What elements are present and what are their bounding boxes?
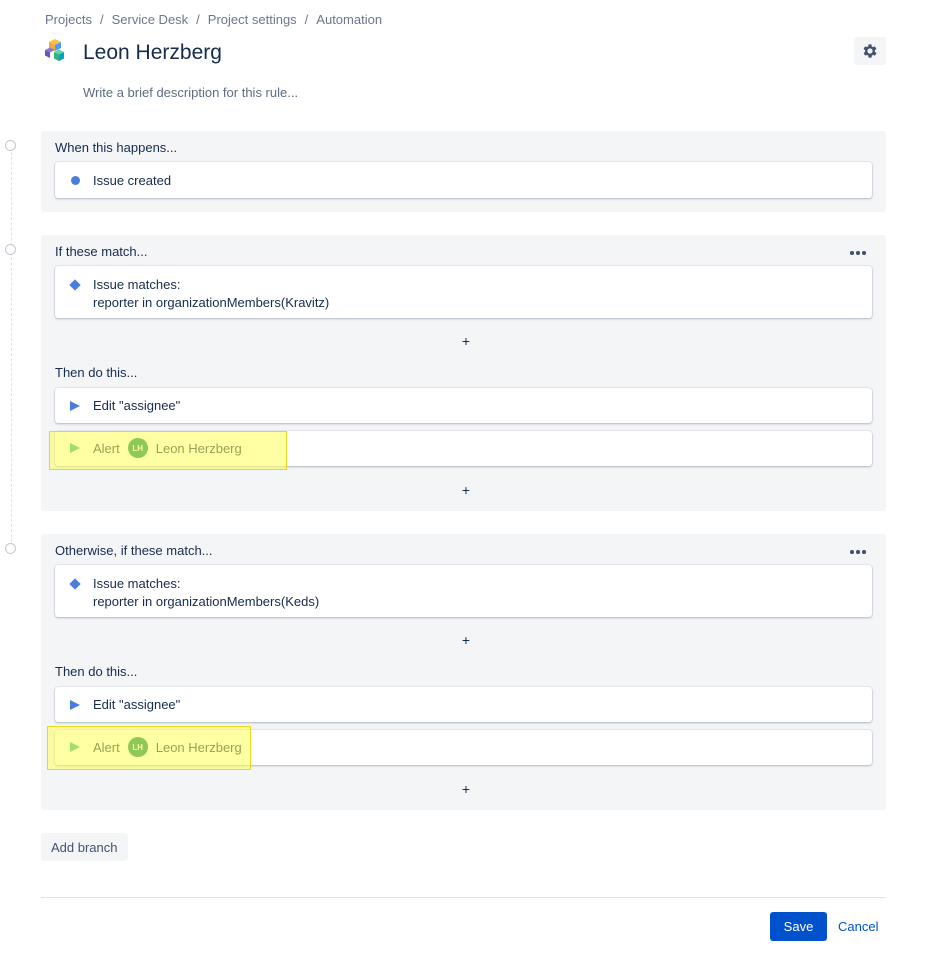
add-condition-button[interactable]: + xyxy=(459,633,473,647)
trigger-panel-title: When this happens... xyxy=(55,140,178,155)
breadcrumb-separator: / xyxy=(196,12,200,27)
alert-user-name: Leon Herzberg xyxy=(155,739,242,755)
breadcrumb-project-settings[interactable]: Project settings xyxy=(208,12,297,27)
branch-title: Otherwise, if these match... xyxy=(55,543,213,558)
automation-logo-icon xyxy=(41,38,69,66)
alert-action-card[interactable]: Alert LH Leon Herzberg xyxy=(55,431,872,466)
action-card[interactable]: Edit "assignee" xyxy=(55,388,872,423)
condition-label: Issue matches: xyxy=(93,576,181,591)
diamond-icon xyxy=(69,578,81,590)
breadcrumb-projects[interactable]: Projects xyxy=(45,12,92,27)
play-icon xyxy=(69,442,81,454)
breadcrumb-separator: / xyxy=(99,12,104,27)
timeline-node xyxy=(5,543,16,554)
trigger-panel: When this happens... Issue created xyxy=(41,131,886,212)
action-label: Edit "assignee" xyxy=(93,697,181,712)
add-action-button[interactable]: + xyxy=(459,483,473,497)
condition-jql: reporter in organizationMembers(Kravitz) xyxy=(93,295,330,310)
avatar: LH xyxy=(127,438,148,458)
alert-user-name: Leon Herzberg xyxy=(155,440,242,456)
action-card[interactable]: Edit "assignee" xyxy=(55,687,872,722)
condition-card[interactable]: Issue matches: reporter in organizationM… xyxy=(55,266,872,318)
then-title: Then do this... xyxy=(55,365,138,380)
play-icon xyxy=(69,699,81,711)
timeline-node xyxy=(5,140,16,151)
more-options-button[interactable] xyxy=(846,542,870,562)
diamond-icon xyxy=(69,279,81,291)
add-condition-button[interactable]: + xyxy=(459,334,473,348)
alert-label: Alert xyxy=(93,440,120,456)
action-label: Edit "assignee" xyxy=(93,398,181,413)
condition-label: Issue matches: xyxy=(93,277,181,292)
condition-card[interactable]: Issue matches: reporter in organizationM… xyxy=(55,565,872,617)
play-icon xyxy=(69,741,81,753)
breadcrumb-automation[interactable]: Automation xyxy=(316,12,382,27)
cancel-button[interactable]: Cancel xyxy=(838,912,878,941)
more-options-button[interactable] xyxy=(846,243,870,263)
timeline-line xyxy=(11,152,12,542)
alert-action-card[interactable]: Alert LH Leon Herzberg xyxy=(55,730,872,765)
play-icon xyxy=(69,400,81,412)
save-button[interactable]: Save xyxy=(770,912,827,941)
rule-description-input[interactable]: Write a brief description for this rule.… xyxy=(83,85,298,100)
then-title: Then do this... xyxy=(55,664,138,679)
trigger-card[interactable]: Issue created xyxy=(55,162,872,198)
avatar: LH xyxy=(127,737,148,757)
breadcrumb: Projects / Service Desk / Project settin… xyxy=(45,12,382,27)
timeline-node xyxy=(5,244,16,255)
add-branch-button[interactable]: Add branch xyxy=(41,833,128,861)
footer-divider xyxy=(41,897,886,898)
branch-title: If these match... xyxy=(55,244,148,259)
add-action-button[interactable]: + xyxy=(459,782,473,796)
rule-title[interactable]: Leon Herzberg xyxy=(83,41,222,65)
gear-icon xyxy=(863,44,877,58)
trigger-dot-icon xyxy=(69,175,81,187)
alert-label: Alert xyxy=(93,739,120,755)
more-horizontal-icon xyxy=(850,251,854,255)
trigger-label: Issue created xyxy=(93,173,172,188)
breadcrumb-service-desk[interactable]: Service Desk xyxy=(112,12,189,27)
settings-button[interactable] xyxy=(854,37,886,65)
condition-jql: reporter in organizationMembers(Keds) xyxy=(93,594,320,609)
more-horizontal-icon xyxy=(850,550,854,554)
breadcrumb-separator: / xyxy=(304,12,309,27)
condition-branch-panel: If these match... Issue matches: reporte… xyxy=(41,235,886,511)
otherwise-branch-panel: Otherwise, if these match... Issue match… xyxy=(41,534,886,810)
